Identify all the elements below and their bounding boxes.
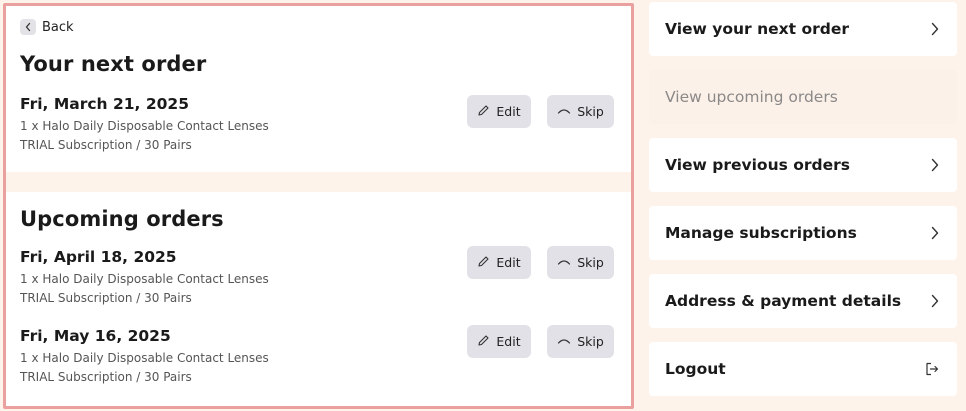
nav-address-payment-details[interactable]: Address & payment details bbox=[649, 274, 957, 328]
skip-label: Skip bbox=[577, 104, 604, 119]
nav-label: View your next order bbox=[665, 20, 849, 38]
order-subscription: TRIAL Subscription / 30 Pairs bbox=[20, 291, 192, 305]
back-button[interactable]: Back bbox=[20, 19, 74, 35]
pencil-icon bbox=[477, 104, 490, 120]
nav-view-upcoming-orders[interactable]: View upcoming orders bbox=[649, 70, 957, 124]
skip-button[interactable]: Skip bbox=[547, 246, 614, 279]
upcoming-orders-card: Upcoming orders Fri, April 18, 2025 1 x … bbox=[6, 192, 631, 406]
nav-view-next-order[interactable]: View your next order bbox=[649, 2, 957, 56]
chevron-left-icon bbox=[20, 19, 36, 35]
orders-panel: Back Your next order Fri, March 21, 2025… bbox=[3, 3, 634, 409]
order-date: Fri, April 18, 2025 bbox=[20, 248, 177, 266]
nav-label: Manage subscriptions bbox=[665, 224, 857, 242]
nav-label: Address & payment details bbox=[665, 292, 902, 310]
pencil-icon bbox=[477, 334, 490, 350]
skip-arc-icon bbox=[557, 334, 571, 349]
upcoming-order-item: Fri, April 18, 2025 1 x Halo Daily Dispo… bbox=[20, 246, 615, 310]
chevron-right-icon bbox=[931, 158, 939, 172]
edit-label: Edit bbox=[496, 255, 521, 270]
pencil-icon bbox=[477, 255, 490, 271]
order-product: 1 x Halo Daily Disposable Contact Lenses bbox=[20, 272, 269, 286]
skip-arc-icon bbox=[557, 255, 571, 270]
edit-button[interactable]: Edit bbox=[467, 246, 531, 279]
nav-view-previous-orders[interactable]: View previous orders bbox=[649, 138, 957, 192]
back-label: Back bbox=[42, 19, 74, 35]
order-product: 1 x Halo Daily Disposable Contact Lenses bbox=[20, 351, 269, 365]
edit-label: Edit bbox=[496, 104, 521, 119]
chevron-right-icon bbox=[931, 226, 939, 240]
skip-button[interactable]: Skip bbox=[547, 95, 614, 128]
chevron-right-icon bbox=[931, 294, 939, 308]
nav-label: Logout bbox=[665, 360, 726, 378]
skip-label: Skip bbox=[577, 334, 604, 349]
skip-button[interactable]: Skip bbox=[547, 325, 614, 358]
nav-manage-subscriptions[interactable]: Manage subscriptions bbox=[649, 206, 957, 260]
edit-button[interactable]: Edit bbox=[467, 95, 531, 128]
next-order-card: Back Your next order Fri, March 21, 2025… bbox=[6, 6, 631, 172]
nav-label: View upcoming orders bbox=[665, 88, 838, 106]
skip-label: Skip bbox=[577, 255, 604, 270]
nav-label: View previous orders bbox=[665, 156, 851, 174]
skip-arc-icon bbox=[557, 104, 571, 119]
upcoming-orders-heading: Upcoming orders bbox=[20, 207, 224, 231]
order-date: Fri, May 16, 2025 bbox=[20, 327, 171, 345]
edit-label: Edit bbox=[496, 334, 521, 349]
order-subscription: TRIAL Subscription / 30 Pairs bbox=[20, 138, 192, 152]
upcoming-order-item: Fri, May 16, 2025 1 x Halo Daily Disposa… bbox=[20, 325, 615, 389]
edit-button[interactable]: Edit bbox=[467, 325, 531, 358]
logout-icon bbox=[925, 362, 939, 376]
next-order-heading: Your next order bbox=[20, 52, 207, 76]
next-order-item: Fri, March 21, 2025 1 x Halo Daily Dispo… bbox=[20, 95, 615, 157]
chevron-right-icon bbox=[931, 22, 939, 36]
order-subscription: TRIAL Subscription / 30 Pairs bbox=[20, 370, 192, 384]
order-product: 1 x Halo Daily Disposable Contact Lenses bbox=[20, 119, 269, 133]
order-date: Fri, March 21, 2025 bbox=[20, 95, 189, 113]
nav-logout[interactable]: Logout bbox=[649, 342, 957, 396]
